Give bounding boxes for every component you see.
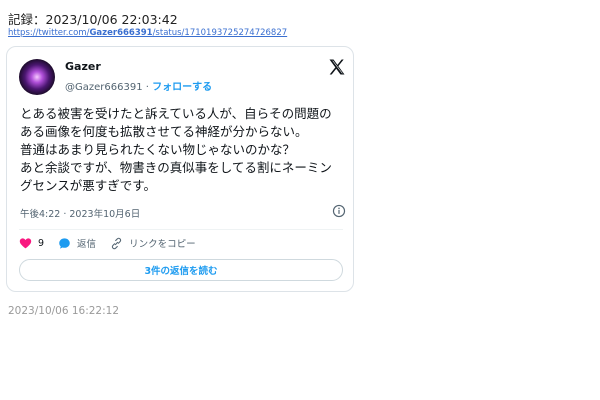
url-prefix: https://twitter.com/ bbox=[8, 28, 90, 38]
tweet-timestamp[interactable]: 午後4:22 · 2023年10月6日 bbox=[20, 206, 140, 220]
url-user: Gazer666391 bbox=[89, 28, 153, 38]
url-suffix: /status/1710193725274726827 bbox=[152, 28, 288, 38]
user-handle-line: @Gazer666391 · フォローする bbox=[65, 78, 212, 93]
like-button[interactable]: 9 bbox=[19, 237, 44, 250]
tweet-line: とある被害を受けたと訴えている人が、自らその問題の bbox=[20, 106, 332, 121]
follow-button[interactable]: フォローする bbox=[152, 82, 212, 93]
heart-icon bbox=[19, 237, 32, 248]
info-icon[interactable] bbox=[332, 204, 346, 218]
like-count: 9 bbox=[38, 237, 45, 249]
x-logo-icon[interactable] bbox=[327, 57, 347, 77]
copy-link-label: リンクをコピー bbox=[129, 239, 196, 250]
read-replies-button[interactable]: 3件の返信を読む bbox=[19, 259, 343, 281]
tweet-line: ある画像を何度も拡散させてる神経が分からない。 bbox=[20, 124, 308, 139]
copy-link-button[interactable]: リンクをコピー bbox=[110, 236, 196, 250]
speech-bubble-icon bbox=[59, 237, 70, 249]
reply-label: 返信 bbox=[77, 239, 97, 250]
tweet-url-link[interactable]: https://twitter.com/Gazer666391/status/1… bbox=[8, 28, 287, 38]
divider bbox=[19, 229, 343, 230]
link-icon bbox=[111, 237, 122, 249]
display-name[interactable]: Gazer bbox=[65, 60, 101, 73]
tweet-line: グセンスが悪すぎです。 bbox=[20, 178, 157, 193]
reply-button[interactable]: 返信 bbox=[58, 236, 96, 250]
user-handle[interactable]: @Gazer666391 bbox=[65, 82, 143, 93]
avatar[interactable] bbox=[19, 59, 55, 95]
tweet-line: 普通はあまり見られたくない物じゃないのかな？ bbox=[20, 142, 296, 157]
archive-timestamp: 2023/10/06 16:22:12 bbox=[8, 305, 120, 317]
page: 記録：2023/10/06 22:03:42 https://twitter.c… bbox=[0, 0, 600, 400]
tweet-text: とある被害を受けたと訴えている人が、自らその問題の ある画像を何度も拡散させてる… bbox=[20, 105, 350, 195]
tweet-line: あと余談ですが、物書きの真似事をしてる割にネーミン bbox=[20, 160, 332, 175]
tweet-card: Gazer @Gazer666391 · フォローする とある被害を受けたと訴え… bbox=[6, 46, 354, 292]
record-timestamp: 記録：2023/10/06 22:03:42 bbox=[8, 12, 178, 27]
handle-separator: · bbox=[142, 82, 153, 93]
action-bar: 9 返信 リンクをコピー bbox=[19, 236, 210, 250]
